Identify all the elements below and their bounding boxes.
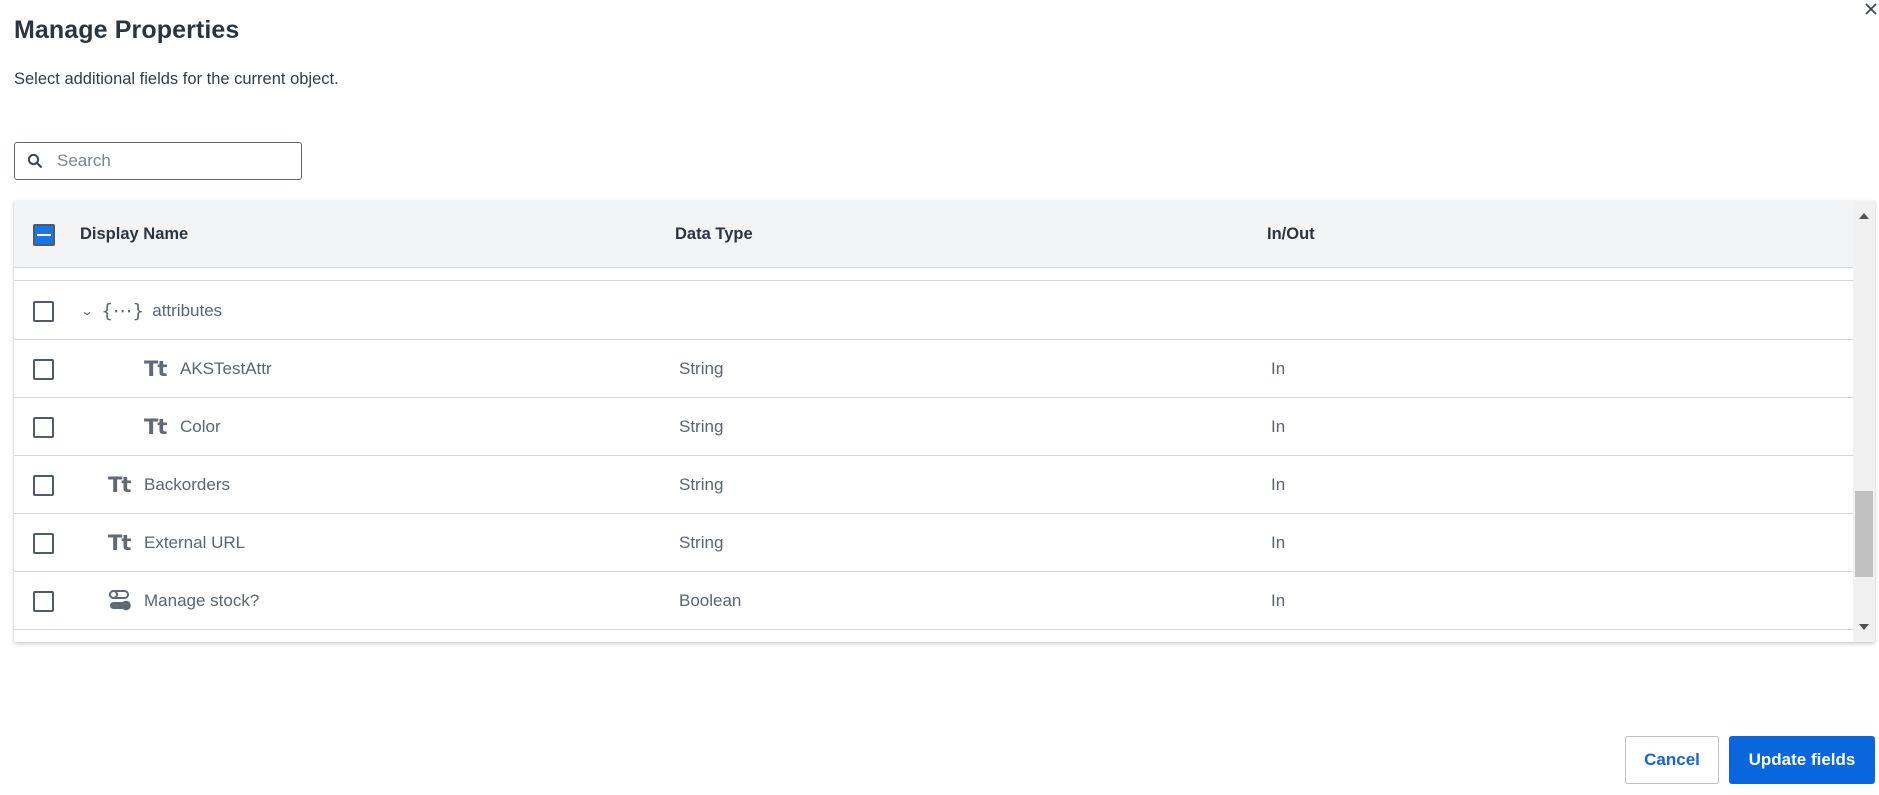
triangle-up-icon	[1859, 213, 1869, 219]
row-checkbox[interactable]	[33, 475, 54, 496]
in-out-cell: In	[1271, 359, 1286, 378]
row-checkbox[interactable]	[33, 417, 54, 438]
table-row[interactable]: Tt Color String In	[14, 398, 1853, 456]
text-type-icon: Tt	[108, 473, 131, 497]
data-type-cell: String	[679, 359, 724, 378]
row-checkbox[interactable]	[33, 359, 54, 380]
table-row[interactable]: ⌄ {⋯} attributes	[14, 282, 1853, 340]
column-header-display-name[interactable]: Display Name	[80, 225, 188, 244]
display-name-cell: Tt AKSTestAttr	[144, 340, 272, 398]
display-name-cell: Tt Backorders	[108, 456, 230, 514]
row-name: External URL	[144, 533, 246, 552]
table-row[interactable]: Tt AKSTestAttr String In	[14, 340, 1853, 398]
row-checkbox[interactable]	[33, 533, 54, 554]
row-checkbox[interactable]	[33, 591, 54, 612]
search-icon	[27, 153, 43, 169]
data-type-cell: Boolean	[679, 591, 742, 610]
data-type-cell: String	[679, 475, 724, 494]
select-all-checkbox[interactable]	[33, 224, 55, 246]
row-name: Manage stock?	[144, 591, 260, 610]
cancel-button[interactable]: Cancel	[1625, 736, 1719, 784]
display-name-cell: ⌄ {⋯} attributes	[80, 282, 223, 340]
row-name: AKSTestAttr	[180, 359, 272, 378]
update-fields-button[interactable]: Update fields	[1729, 736, 1875, 784]
text-type-icon: Tt	[108, 531, 131, 555]
in-out-cell: In	[1271, 591, 1286, 610]
data-type-cell: String	[679, 533, 724, 552]
row-name: Color	[180, 417, 221, 436]
row-name: attributes	[152, 301, 223, 320]
close-button[interactable]	[1862, 0, 1879, 18]
text-type-icon: Tt	[144, 415, 167, 439]
chevron-down-icon[interactable]: ⌄	[80, 304, 93, 318]
row-name: Backorders	[144, 475, 230, 494]
dialog-title: Manage Properties	[14, 16, 240, 44]
table-row[interactable]: Tt Backorders String In	[14, 456, 1853, 514]
close-icon	[1864, 3, 1877, 15]
search-input[interactable]	[57, 151, 277, 171]
table-spacer	[14, 268, 1853, 281]
in-out-cell: In	[1271, 533, 1286, 552]
triangle-down-icon	[1859, 624, 1869, 630]
column-header-data-type[interactable]: Data Type	[675, 225, 753, 244]
dialog-subtitle: Select additional fields for the current…	[14, 70, 339, 88]
display-name-cell: Tt Color	[144, 398, 221, 456]
scrollbar-thumb[interactable]	[1855, 491, 1873, 577]
column-header-in-out[interactable]: In/Out	[1267, 225, 1315, 244]
data-type-cell: String	[679, 417, 724, 436]
table-row[interactable]: Tt External URL String In	[14, 514, 1853, 572]
table-header: Display Name Data Type In/Out	[14, 201, 1853, 268]
scroll-up-button[interactable]	[1853, 207, 1875, 225]
row-checkbox[interactable]	[33, 301, 54, 322]
display-name-cell: Manage stock?	[108, 572, 259, 630]
scroll-down-button[interactable]	[1853, 618, 1875, 636]
table-scrollbar[interactable]	[1853, 201, 1875, 642]
text-type-icon: Tt	[144, 357, 167, 381]
properties-table: Display Name Data Type In/Out ⌄ {⋯} attr…	[14, 201, 1875, 642]
in-out-cell: In	[1271, 417, 1286, 436]
display-name-cell: Tt External URL	[108, 514, 245, 572]
object-braces-icon: {⋯}	[101, 300, 145, 322]
toggle-boolean-icon	[109, 590, 131, 611]
table-row[interactable]: Manage stock? Boolean In	[14, 572, 1853, 630]
in-out-cell: In	[1271, 475, 1286, 494]
search-field[interactable]	[14, 142, 302, 180]
